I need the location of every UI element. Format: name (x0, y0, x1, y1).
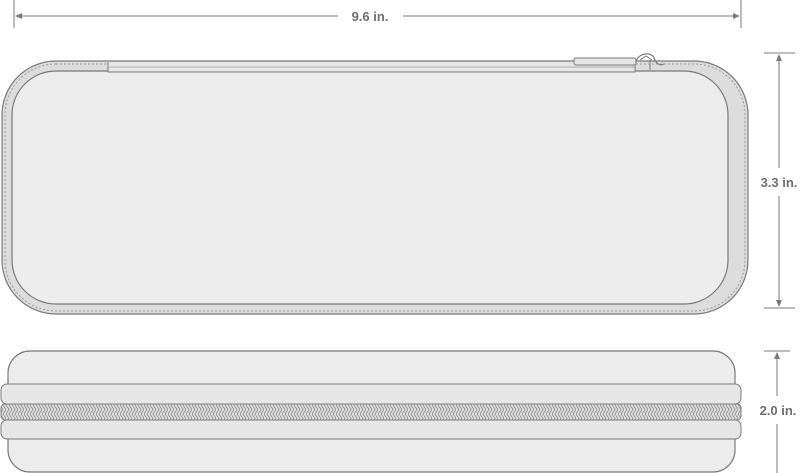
depth-dimension: 2.0 in. (760, 350, 797, 473)
case-inner-panel (11, 70, 729, 305)
width-label: 9.6 in. (352, 9, 389, 24)
width-arrow-left-icon (15, 13, 22, 19)
width-arrow-right-icon (733, 13, 740, 19)
height-arrow-down-icon (776, 300, 782, 307)
pencil-case-dimension-diagram: 9.6 in. 3.3 in. 2.0 in. (0, 0, 798, 473)
height-dimension: 3.3 in. (761, 52, 798, 309)
height-arrow-up-icon (776, 54, 782, 61)
height-label: 3.3 in. (761, 175, 798, 190)
depth-arrow-up-icon (774, 352, 780, 359)
zipper-teeth-strip (0, 403, 742, 421)
case-side-view (0, 350, 742, 473)
depth-label: 2.0 in. (760, 403, 797, 418)
side-band-lower (0, 419, 742, 440)
side-band-upper (0, 383, 742, 405)
case-top-view (1, 53, 749, 315)
width-dimension: 9.6 in. (13, 0, 742, 28)
